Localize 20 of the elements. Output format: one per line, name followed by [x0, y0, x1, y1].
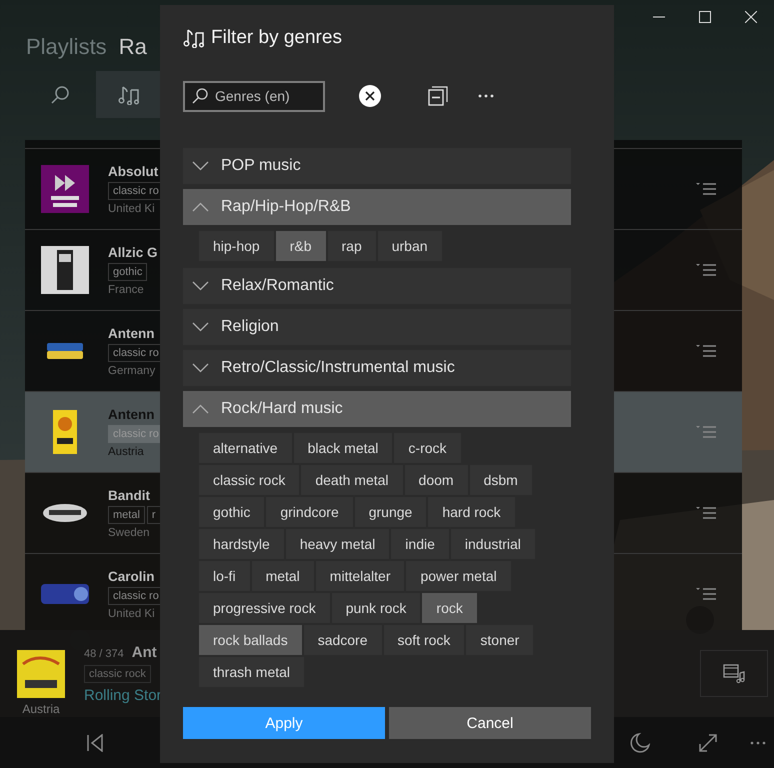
station-name: Bandit — [108, 488, 151, 502]
station-country: France — [108, 284, 145, 296]
station-name: Carolin — [108, 568, 156, 584]
station-name: Allzic G — [108, 244, 159, 260]
station-country: Sweden — [108, 526, 151, 538]
station-name: Antenn — [108, 326, 156, 340]
genre-tag: classic rock — [84, 664, 151, 682]
station-country: Austria — [22, 702, 60, 716]
track-title: Rolling Stor — [84, 686, 162, 704]
station-country: United Ki — [108, 608, 156, 620]
station-country: United Ki — [108, 202, 156, 214]
station-name: Absolut — [108, 164, 160, 178]
dialog-title: Filter by genres — [211, 27, 342, 49]
genre-tag: metal — [108, 506, 145, 524]
station-name: Ant — [132, 644, 157, 660]
station-name: Antenn — [108, 406, 156, 422]
station-country: Austria — [108, 446, 145, 458]
track-position: 48 / 374 — [84, 648, 124, 660]
genre-tag: gothic — [108, 262, 148, 280]
station-country: Germany — [108, 364, 156, 376]
